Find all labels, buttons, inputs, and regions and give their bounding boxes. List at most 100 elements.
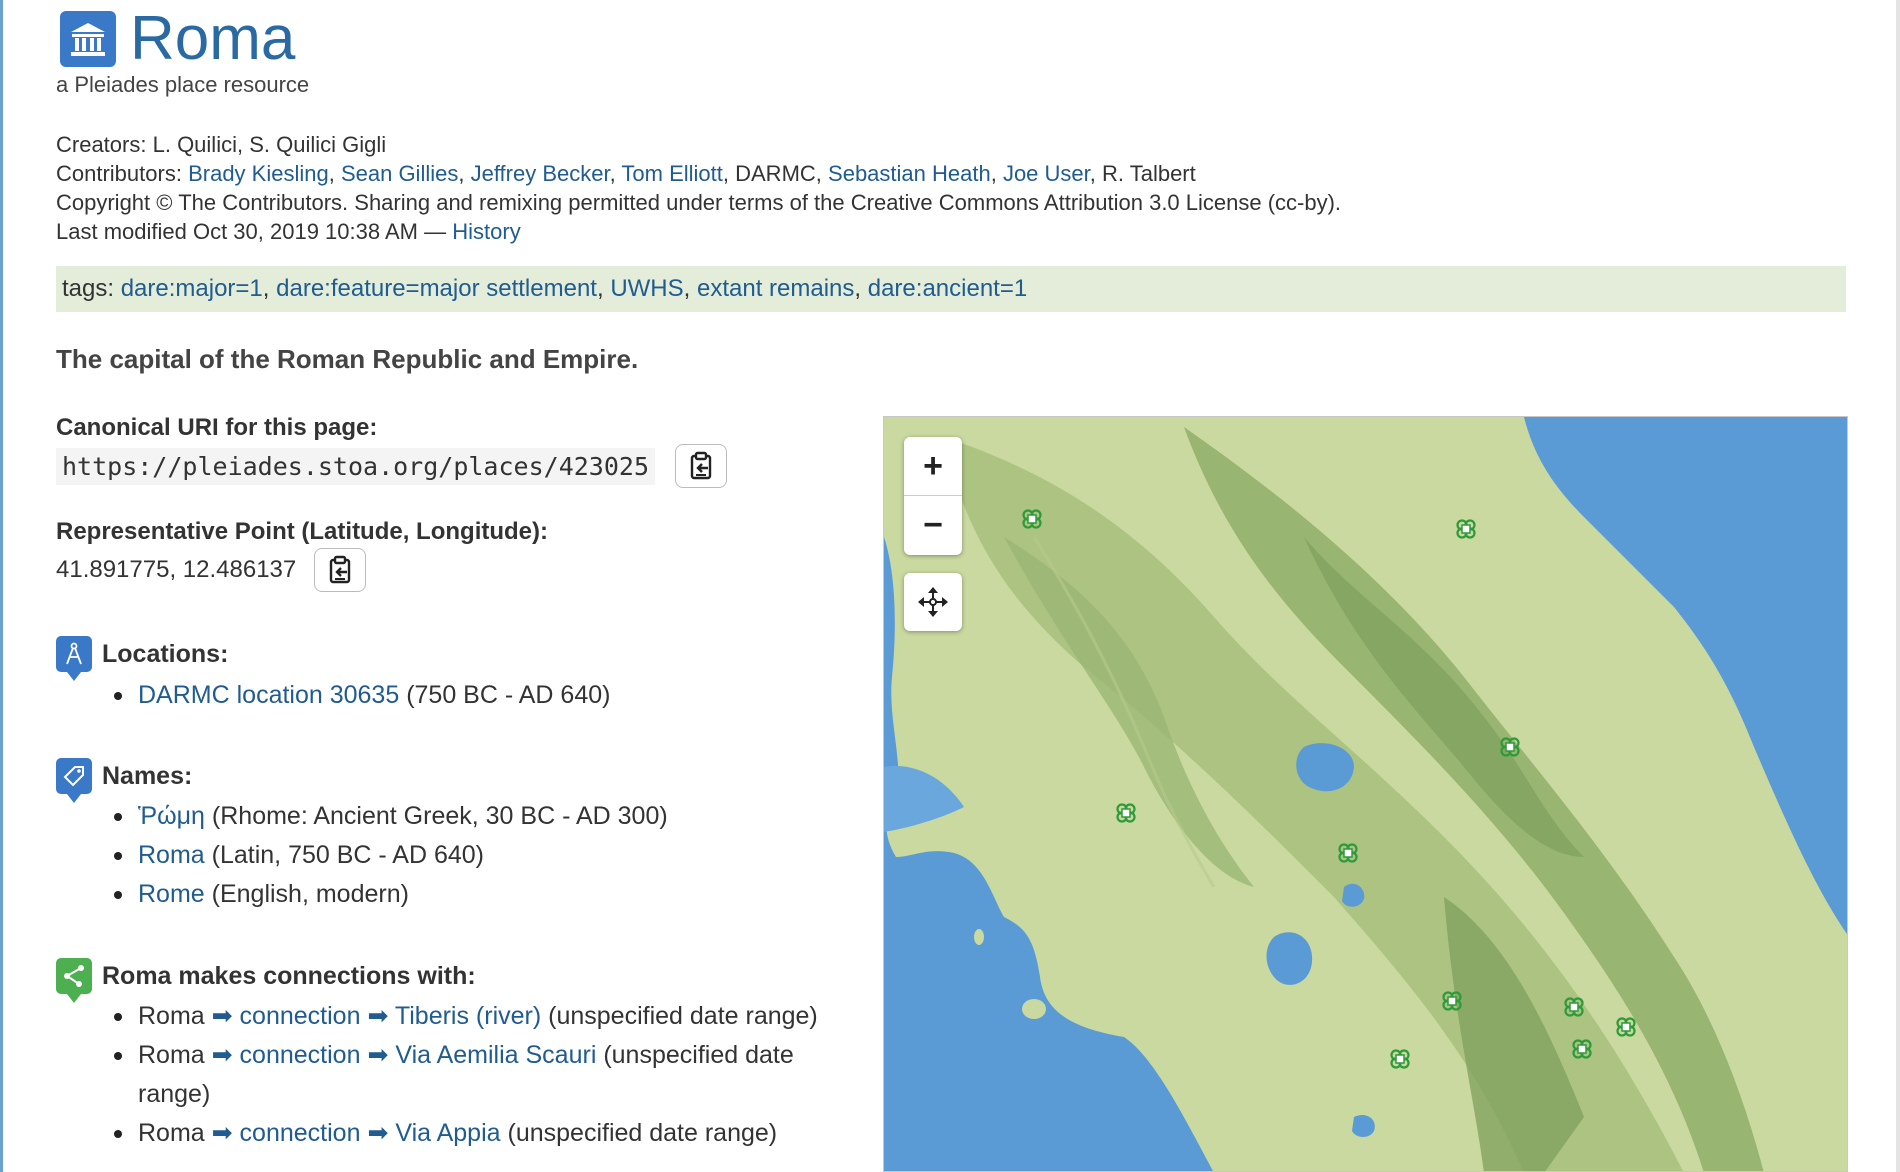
connection-source: Roma <box>138 1041 205 1069</box>
place-marker-icon[interactable] <box>1440 989 1464 1013</box>
list-item: Rome (English, modern) <box>114 875 668 914</box>
connection-target-link[interactable]: Via Aemilia Scauri <box>395 1041 596 1069</box>
contributor-link[interactable]: Sean Gillies <box>341 161 458 186</box>
tag-link[interactable]: dare:ancient=1 <box>868 275 1027 302</box>
place-marker-icon[interactable] <box>1498 735 1522 759</box>
right-scrollbar-track[interactable] <box>1896 0 1900 1172</box>
contributor-link[interactable]: Brady Kiesling <box>188 161 329 186</box>
contributor-name: DARMC <box>735 161 816 186</box>
locations-list: DARMC location 30635 (750 BC - AD 640) <box>113 676 611 715</box>
place-marker-icon[interactable] <box>1570 1037 1594 1061</box>
place-marker-icon[interactable] <box>1454 517 1478 541</box>
contributor-link[interactable]: Tom Elliott <box>621 161 722 186</box>
contributor-name: R. Talbert <box>1102 161 1196 186</box>
name-detail: (English, modern) <box>211 880 409 908</box>
representative-point-row: 41.891775, 12.486137 <box>56 548 367 592</box>
list-item: DARMC location 30635 (750 BC - AD 640) <box>113 676 611 715</box>
copy-point-button[interactable] <box>314 548 367 592</box>
compass-icon <box>56 636 92 681</box>
connection-type-link[interactable]: connection <box>240 1119 361 1147</box>
arrow-right-icon: ➡ <box>367 1002 389 1030</box>
tag-icon <box>56 758 92 803</box>
copyright-line: Copyright © The Contributors. Sharing an… <box>56 190 1342 215</box>
contributors-line: Contributors: Brady Kiesling, Sean Gilli… <box>56 161 1196 186</box>
arrow-right-icon: ➡ <box>211 1041 233 1069</box>
canonical-uri-row: https://pleiades.stoa.org/places/423025 <box>56 444 727 488</box>
arrow-right-icon: ➡ <box>367 1041 389 1069</box>
connections-list: Roma ➡ connection ➡ Tiberis (river) (uns… <box>114 997 848 1153</box>
connection-source: Roma <box>138 1119 205 1147</box>
tag-link[interactable]: dare:feature=major settlement <box>276 275 597 302</box>
zoom-in-button[interactable]: + <box>904 437 962 496</box>
connection-target-link[interactable]: Via Appia <box>395 1119 500 1147</box>
contributors-label: Contributors: <box>56 161 182 186</box>
share-icon <box>56 958 92 1003</box>
list-item: Ῥώμη (Rhome: Ancient Greek, 30 BC - AD 3… <box>114 797 668 836</box>
tags-label: tags: <box>62 275 115 302</box>
place-description: The capital of the Roman Republic and Em… <box>56 344 639 374</box>
left-border <box>0 0 3 1172</box>
connection-source: Roma <box>138 1002 205 1030</box>
list-item: Roma ➡ connection ➡ Tiberis (river) (uns… <box>114 997 848 1036</box>
arrow-right-icon: ➡ <box>211 1002 233 1030</box>
canonical-uri-value[interactable]: https://pleiades.stoa.org/places/423025 <box>56 447 655 485</box>
connection-detail: (unspecified date range) <box>507 1119 778 1147</box>
creators-label: Creators: <box>56 132 147 157</box>
place-marker-icon[interactable] <box>1614 1015 1638 1039</box>
place-marker-icon[interactable] <box>1020 507 1044 531</box>
building-columns-icon <box>60 11 116 67</box>
tag-link[interactable]: UWHS <box>610 275 683 302</box>
names-header: Names: <box>56 758 193 803</box>
page-subtitle: a Pleiades place resource <box>56 72 310 97</box>
canonical-uri-label: Canonical URI for this page: <box>56 414 378 441</box>
copy-uri-button[interactable] <box>675 444 727 488</box>
clipboard-icon <box>690 451 712 480</box>
name-detail: (Rhome: Ancient Greek, 30 BC - AD 300) <box>211 802 668 830</box>
zoom-out-button[interactable]: − <box>904 496 962 555</box>
tag-link[interactable]: dare:major=1 <box>121 275 263 302</box>
names-title: Names: <box>102 761 193 790</box>
name-link[interactable]: Ῥώμη <box>138 802 205 830</box>
tags-bar: tags: dare:major=1, dare:feature=major s… <box>56 266 1846 312</box>
locations-header: Locations: <box>56 636 229 681</box>
place-marker-icon[interactable] <box>1562 995 1586 1019</box>
connection-target-link[interactable]: Tiberis (river) <box>395 1002 541 1030</box>
list-item: Roma ➡ connection ➡ Via Appia (unspecifi… <box>114 1114 848 1153</box>
names-list: Ῥώμη (Rhome: Ancient Greek, 30 BC - AD 3… <box>114 797 668 914</box>
representative-point-value: 41.891775, 12.486137 <box>56 556 297 583</box>
name-detail: (Latin, 750 BC - AD 640) <box>211 841 485 869</box>
creators-value: L. Quilici, S. Quilici Gigli <box>152 132 387 157</box>
name-link[interactable]: Roma <box>138 841 205 869</box>
last-modified-line: Last modified Oct 30, 2019 10:38 AM — Hi… <box>56 217 1341 246</box>
contributor-link[interactable]: Jeffrey Becker <box>471 161 610 186</box>
last-modified-text: Last modified Oct 30, 2019 10:38 AM — <box>56 219 447 244</box>
tag-link[interactable]: extant remains <box>697 275 854 302</box>
creators-line: Creators: L. Quilici, S. Quilici Gigli <box>56 130 1341 159</box>
connection-type-link[interactable]: connection <box>240 1002 361 1030</box>
list-item: Roma (Latin, 750 BC - AD 640) <box>114 836 668 875</box>
metadata-block: Creators: L. Quilici, S. Quilici Gigli C… <box>56 130 1341 246</box>
contributor-link[interactable]: Joe User <box>1003 161 1090 186</box>
connection-detail: (unspecified date range) <box>548 1002 818 1030</box>
representative-point-label: Representative Point (Latitude, Longitud… <box>56 518 549 545</box>
map-view[interactable]: + − <box>883 416 1848 1172</box>
place-marker-icon[interactable] <box>1114 801 1138 825</box>
clipboard-icon <box>330 555 351 584</box>
history-link[interactable]: History <box>452 219 520 244</box>
place-marker-icon[interactable] <box>1388 1047 1412 1071</box>
page-title: Roma <box>130 4 296 73</box>
contributor-link[interactable]: Sebastian Heath <box>828 161 991 186</box>
arrow-right-icon: ➡ <box>367 1119 389 1147</box>
location-link[interactable]: DARMC location 30635 <box>138 681 399 709</box>
connections-header: Roma makes connections with: <box>56 958 476 1003</box>
location-detail: (750 BC - AD 640) <box>406 681 611 709</box>
connection-type-link[interactable]: connection <box>240 1041 361 1069</box>
zoom-control: + − <box>904 437 962 555</box>
connections-title: Roma makes connections with: <box>102 961 476 990</box>
name-link[interactable]: Rome <box>138 880 205 908</box>
arrow-right-icon: ➡ <box>211 1119 233 1147</box>
page-header: Roma <box>60 6 295 72</box>
pan-button[interactable] <box>904 573 962 631</box>
locations-title: Locations: <box>102 639 229 668</box>
place-marker-icon[interactable] <box>1336 841 1360 865</box>
